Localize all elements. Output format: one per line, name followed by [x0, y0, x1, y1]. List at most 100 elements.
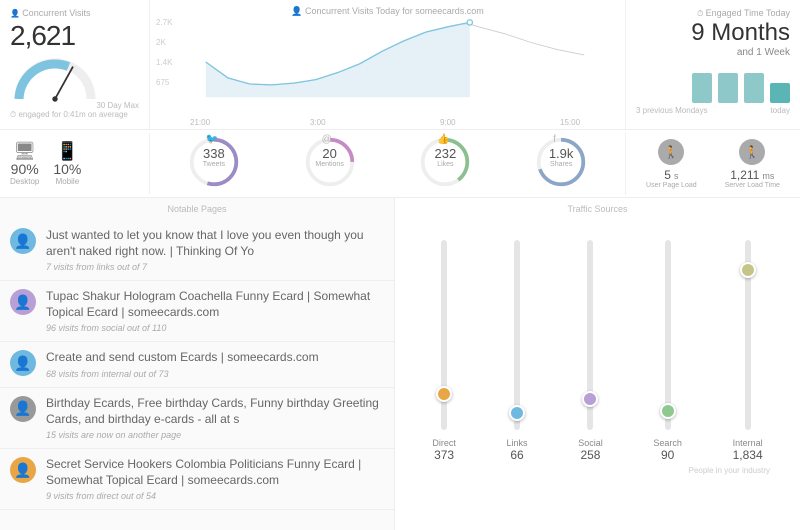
concurrent-label: Concurrent Visits [10, 8, 139, 18]
slider-track [441, 240, 447, 430]
page-sub: 68 visits from internal out of 73 [46, 369, 319, 379]
social-label: Shares [535, 161, 587, 168]
social-icon: 🐦 [206, 134, 218, 145]
device-icon: 📱 [53, 141, 81, 161]
social-value: 20 [304, 146, 356, 161]
page-title: Tupac Shakur Hologram Coachella Funny Ec… [46, 289, 384, 320]
source-label: Links [507, 438, 528, 448]
social-value: 1.9k [535, 146, 587, 161]
footer-note: People in your industry [407, 462, 788, 479]
social-icon: @ [322, 134, 332, 145]
gauge-chart [10, 54, 100, 99]
walker-icon: 🚶 [658, 139, 684, 165]
social-label: Mentions [304, 161, 356, 168]
engaged-time-panel: Engaged Time Today 9 Months and 1 Week 3… [625, 0, 800, 129]
concurrent-visits-panel: Concurrent Visits 2,621 30 Day Max ⏱ eng… [0, 0, 150, 129]
social-ring[interactable]: f1.9kShares [535, 136, 587, 191]
timing-label: Server Load Time [725, 182, 780, 189]
device-label: Mobile [53, 177, 81, 186]
monday-bar [744, 73, 764, 103]
page-row[interactable]: 👤 Birthday Ecards, Free birthday Cards, F… [0, 388, 394, 449]
page-row[interactable]: 👤 Just wanted to let you know that I love… [0, 220, 394, 281]
walker-icon: 🚶 [739, 139, 765, 165]
social-label: Likes [419, 161, 471, 168]
source-slider[interactable]: Internal1,834 [733, 240, 763, 462]
concurrent-value: 2,621 [10, 20, 139, 52]
device-pct: 10% [53, 161, 81, 177]
timing-value: 1,211 [730, 168, 759, 182]
timing-value: 5 [664, 168, 671, 182]
source-slider[interactable]: Social258 [578, 240, 603, 462]
social-value: 232 [419, 146, 471, 161]
devices-panel: 🖥90%Desktop 📱10%Mobile [0, 133, 150, 194]
source-label: Search [653, 438, 682, 448]
slider-track [745, 240, 751, 430]
visits-chart-panel: 👤 Concurrent Visits Today for someecards… [150, 0, 625, 129]
source-label: Social [578, 438, 603, 448]
device-icon: 🖥 [10, 141, 39, 161]
page-sub: 7 visits from links out of 7 [46, 262, 384, 272]
social-panel: 🐦338Tweets @20Mentions 👍232Likes f1.9kShare… [150, 130, 625, 197]
source-value: 1,834 [733, 448, 763, 462]
monday-bars [636, 68, 790, 103]
page-avatar-icon: 👤 [10, 228, 36, 254]
monday-bar [718, 73, 738, 103]
social-ring[interactable]: @20Mentions [304, 136, 356, 191]
source-label: Internal [733, 438, 763, 448]
slider-track [587, 240, 593, 430]
page-row[interactable]: 👤 Tupac Shakur Hologram Coachella Funny E… [0, 281, 394, 342]
traffic-sources-panel: Traffic Sources Direct373 Links66 Social25… [395, 198, 800, 530]
engaged-avg-label: ⏱ engaged for 0:41m on average [10, 110, 139, 120]
slider-knob[interactable] [436, 386, 452, 402]
page-sub: 15 visits are now on another page [46, 430, 384, 440]
device-item: 🖥90%Desktop [10, 141, 39, 186]
device-label: Desktop [10, 177, 39, 186]
social-label: Tweets [188, 161, 240, 168]
source-slider[interactable]: Search90 [653, 240, 682, 462]
source-label: Direct [432, 438, 456, 448]
slider-knob[interactable] [582, 391, 598, 407]
page-avatar-icon: 👤 [10, 289, 36, 315]
engaged-and: and 1 Week [636, 47, 790, 58]
engaged-label: Engaged Time Today [636, 8, 790, 19]
page-row[interactable]: 👤 Create and send custom Ecards | someeca… [0, 342, 394, 388]
slider-track [665, 240, 671, 430]
page-sub: 9 visits from direct out of 54 [46, 491, 384, 501]
timing-panel: 🚶5 sUser Page Load🚶1,211 msServer Load T… [625, 133, 800, 195]
page-title: Secret Service Hookers Colombia Politici… [46, 457, 384, 488]
page-avatar-icon: 👤 [10, 396, 36, 422]
monday-bar [692, 73, 712, 103]
social-value: 338 [188, 146, 240, 161]
device-pct: 90% [10, 161, 39, 177]
slider-knob[interactable] [509, 405, 525, 421]
page-title: Birthday Ecards, Free birthday Cards, Fu… [46, 396, 384, 427]
source-value: 258 [580, 448, 600, 462]
chart-title: 👤 Concurrent Visits Today for someecards… [291, 6, 483, 17]
page-title: Just wanted to let you know that I love … [46, 228, 384, 259]
social-icon: f [553, 134, 556, 145]
sources-title: Traffic Sources [407, 198, 788, 220]
pages-title: Notable Pages [0, 198, 394, 220]
timing-item: 🚶1,211 msServer Load Time [725, 139, 780, 189]
page-title: Create and send custom Ecards | someecar… [46, 350, 319, 366]
page-row[interactable]: 👤 Secret Service Hookers Colombia Politic… [0, 449, 394, 510]
source-slider[interactable]: Direct373 [432, 240, 456, 462]
slider-knob[interactable] [740, 262, 756, 278]
source-value: 90 [661, 448, 674, 462]
page-sub: 96 visits from social out of 110 [46, 323, 384, 333]
source-value: 66 [510, 448, 523, 462]
engaged-main: 9 Months [636, 19, 790, 47]
source-value: 373 [434, 448, 454, 462]
slider-track [514, 240, 520, 430]
timing-item: 🚶5 sUser Page Load [646, 139, 697, 189]
social-icon: 👍 [437, 134, 449, 145]
social-ring[interactable]: 👍232Likes [419, 136, 471, 191]
timing-label: User Page Load [646, 182, 697, 189]
page-avatar-icon: 👤 [10, 350, 36, 376]
device-item: 📱10%Mobile [53, 141, 81, 186]
slider-knob[interactable] [660, 403, 676, 419]
page-avatar-icon: 👤 [10, 457, 36, 483]
source-slider[interactable]: Links66 [507, 240, 528, 462]
area-chart [180, 18, 610, 106]
social-ring[interactable]: 🐦338Tweets [188, 136, 240, 191]
